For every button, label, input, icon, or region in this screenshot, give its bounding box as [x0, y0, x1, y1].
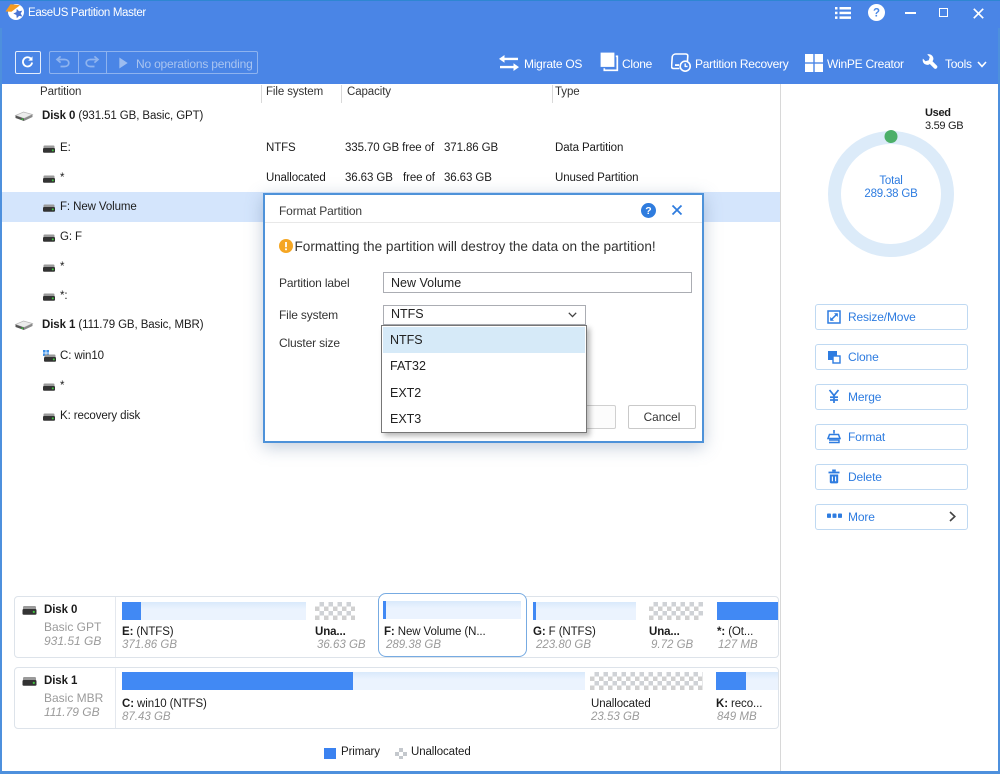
svg-text:?: ?	[873, 8, 880, 20]
svg-text:?: ?	[645, 205, 651, 217]
